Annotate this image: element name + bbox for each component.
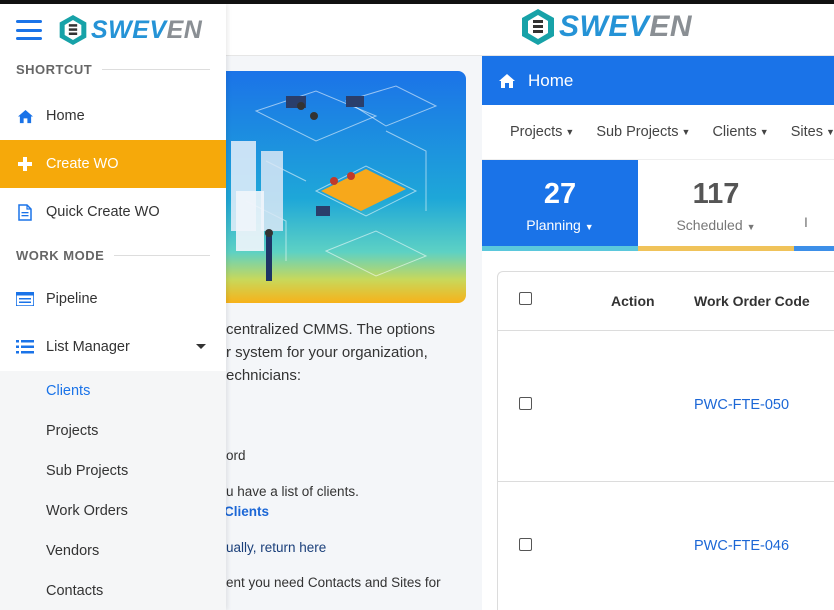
filter-bar: Projects ▼ Sub Projects ▼ Clients ▼ Sites ▼ (482, 105, 834, 160)
submenu-item-work-orders[interactable]: Work Orders (0, 491, 226, 531)
work-order-link[interactable]: PWC-FTE-046 (694, 538, 789, 554)
logo-text-part2: EN (166, 15, 203, 44)
divider (102, 68, 210, 70)
sidebar-header: SWEVEN (0, 4, 226, 56)
stat-scheduled[interactable]: 117 Scheduled ▼ (638, 160, 794, 251)
logo-text-part2: EN (649, 10, 693, 43)
status-stats: 27 Planning ▼ 117 Scheduled ▼ I (482, 160, 834, 251)
sidebar-item-label: Create WO (46, 156, 119, 172)
home-icon (499, 73, 515, 88)
logo-hex-icon (522, 9, 554, 45)
sidebar-item-quick-create-wo[interactable]: Quick Create WO (0, 188, 226, 236)
caret-down-icon: ▼ (746, 222, 756, 232)
list-icon (16, 338, 34, 356)
home-panel: Home Projects ▼ Sub Projects ▼ Clients ▼ Si… (482, 56, 834, 610)
caret-down-icon: ▼ (759, 127, 769, 138)
chevron-down-icon (196, 344, 206, 349)
work-order-link[interactable]: PWC-FTE-050 (694, 397, 789, 413)
pipeline-icon (16, 290, 34, 308)
intro-frag-1: ord (226, 448, 246, 463)
sidebar-item-create-wo[interactable]: Create WO (0, 140, 226, 188)
sidebar-item-label: Pipeline (46, 291, 98, 307)
intro-line-2: r system for your organization, (226, 344, 428, 361)
hamburger-icon[interactable] (16, 20, 42, 40)
filter-clients[interactable]: Clients ▼ (712, 124, 768, 140)
stat-label: I (804, 213, 808, 230)
list-manager-submenu: Clients Projects Sub Projects Work Order… (0, 371, 226, 610)
clients-link[interactable]: Clients (224, 500, 269, 523)
stat-label: Planning (526, 217, 581, 233)
caret-down-icon: ▼ (584, 222, 594, 232)
col-action: Action (611, 293, 655, 309)
stat-label: Scheduled (676, 217, 743, 233)
panel-header: Home (482, 56, 834, 105)
stat-planning[interactable]: 27 Planning ▼ (482, 160, 638, 251)
section-work-mode: WORK MODE (0, 242, 226, 268)
caret-down-icon: ▼ (825, 127, 834, 138)
sidebar-item-home[interactable]: Home (0, 92, 226, 140)
select-all-checkbox[interactable] (519, 292, 532, 305)
submenu-item-vendors[interactable]: Vendors (0, 531, 226, 571)
sidebar-item-list-manager[interactable]: List Manager (0, 323, 226, 371)
plus-icon (16, 155, 34, 173)
panel-title: Home (528, 70, 574, 90)
logo-text-part1: SWEV (91, 15, 167, 44)
table-row: PWC-FTE-046 (498, 482, 834, 610)
filter-sites[interactable]: Sites ▼ (791, 124, 834, 140)
row-checkbox[interactable] (519, 397, 532, 410)
filter-projects[interactable]: Projects ▼ (510, 124, 574, 140)
logo-hex-icon (59, 15, 87, 45)
table-header: Action Work Order Code (498, 272, 834, 331)
work-order-table: Action Work Order Code PWC-FTE-050 PWC-F… (497, 271, 834, 610)
submenu-item-projects[interactable]: Projects (0, 411, 226, 451)
sidebar-item-label: List Manager (46, 339, 130, 355)
caret-down-icon: ▼ (681, 127, 691, 138)
section-shortcut: SHORTCUT (0, 56, 226, 82)
row-checkbox[interactable] (519, 538, 532, 551)
stat-count: 27 (543, 178, 577, 210)
main-logo[interactable]: SWEVEN (520, 8, 692, 46)
intro-line-1: centralized CMMS. The options (226, 321, 435, 338)
sidebar-logo[interactable]: SWEVEN (58, 14, 202, 46)
submenu-item-clients[interactable]: Clients (0, 371, 226, 411)
intro-frag-5: ent you need Contacts and Sites for (226, 575, 441, 590)
hero-illustration (226, 71, 466, 303)
col-work-order-code: Work Order Code (694, 293, 810, 309)
caret-down-icon: ▼ (565, 127, 575, 138)
divider (114, 254, 210, 256)
logo-text-part1: SWEV (559, 10, 650, 43)
stat-count: 117 (692, 178, 740, 210)
document-icon (16, 203, 34, 221)
top-stripe (0, 0, 834, 4)
stat-next[interactable]: I (794, 160, 834, 251)
filter-sub-projects[interactable]: Sub Projects ▼ (596, 124, 690, 140)
sidebar-item-label: Quick Create WO (46, 204, 160, 220)
intro-line-3: echnicians: (226, 367, 302, 384)
sidebar-item-pipeline[interactable]: Pipeline (0, 275, 226, 323)
intro-frag-4[interactable]: ually, return here (226, 536, 326, 559)
section-label: WORK MODE (16, 247, 105, 263)
section-label: SHORTCUT (16, 61, 93, 77)
submenu-item-sub-projects[interactable]: Sub Projects (0, 451, 226, 491)
sidebar-menu: SWEVEN SHORTCUT Home Create WO Quick Cre… (0, 4, 226, 610)
home-icon (16, 107, 34, 125)
table-row: PWC-FTE-050 (498, 331, 834, 482)
sidebar-item-label: Home (46, 108, 85, 124)
intro-text: centralized CMMS. The options r system f… (224, 318, 466, 590)
submenu-item-contacts[interactable]: Contacts (0, 571, 226, 610)
